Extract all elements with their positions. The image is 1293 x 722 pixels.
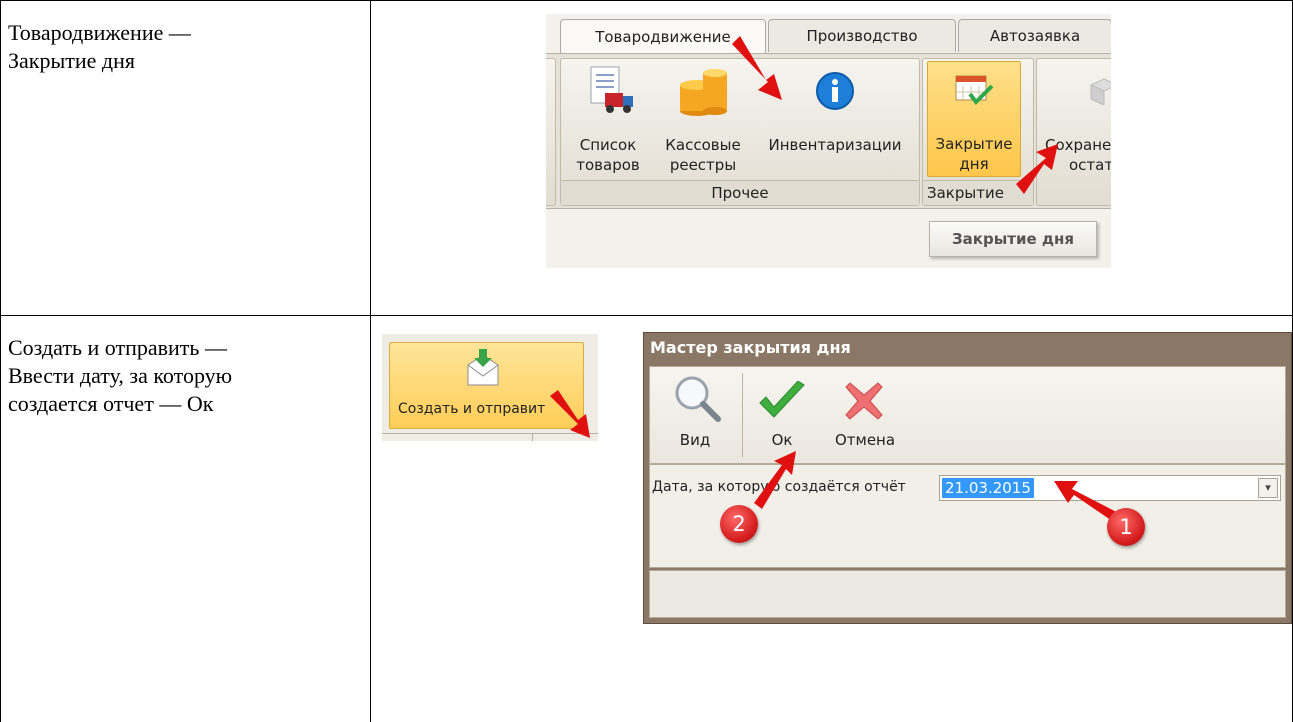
arrow-to-tab-icon xyxy=(732,36,782,100)
step-badge-1: 1 xyxy=(1107,508,1145,546)
close-day-wizard-dialog: Мастер закрытия дня Вид Ок Отмена Дата, … xyxy=(643,332,1292,624)
annotation-arrow-create xyxy=(550,390,590,438)
table-column-divider xyxy=(370,0,371,722)
annotation-arrows xyxy=(732,36,1058,194)
create-send-screenshot: Создать и отправит xyxy=(382,334,598,441)
table-row-divider xyxy=(0,315,1293,316)
table-border-top xyxy=(0,0,1293,1)
step-badge-2: 2 xyxy=(720,505,758,543)
annotation-arrows-dialog xyxy=(754,451,1130,529)
arrow-to-close-day-icon xyxy=(1016,144,1058,194)
instruction-step-2: Создать и отправить — Ввести дату, за ко… xyxy=(8,335,233,416)
ribbon-screenshot: Товародвижение Производство Автозаявка С… xyxy=(546,14,1111,268)
instruction-step-1: Товародвижение — Закрытие дня xyxy=(8,20,191,73)
table-border-left xyxy=(0,0,1,722)
